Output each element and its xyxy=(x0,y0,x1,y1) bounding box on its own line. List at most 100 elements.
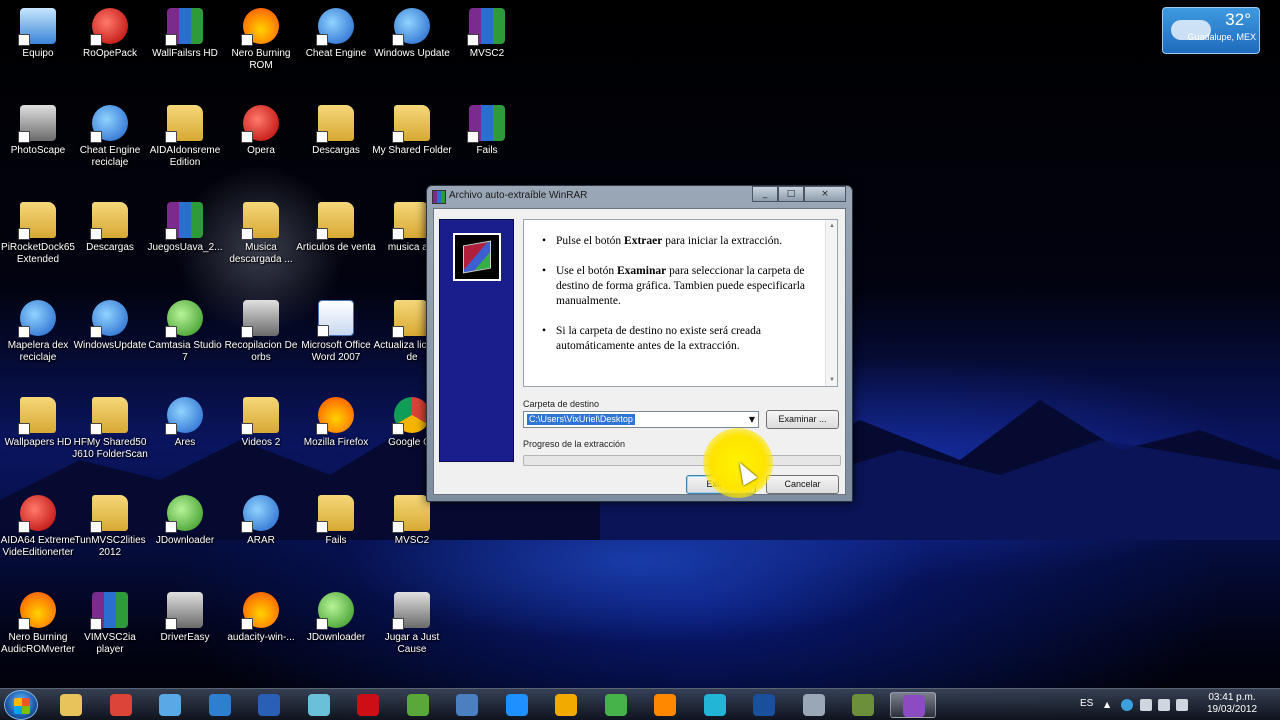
taskbar-app-button[interactable] xyxy=(345,692,391,718)
ie-icon xyxy=(505,694,528,716)
desktop-icon[interactable]: WindowsUpdate xyxy=(70,296,150,352)
taskbar-app-button[interactable] xyxy=(296,692,342,718)
desktop-icon[interactable]: PhotoScape xyxy=(0,101,78,157)
desktop-icon[interactable]: Articulos de venta xyxy=(296,198,376,254)
language-indicator[interactable]: ES xyxy=(1080,698,1093,709)
taskbar-app-button[interactable] xyxy=(444,692,490,718)
desktop-icon[interactable]: Mozilla Firefox xyxy=(296,393,376,449)
computer-icon xyxy=(18,8,56,46)
desktop-icon[interactable]: Ares xyxy=(145,393,225,449)
desktop-icon[interactable]: Cheat Engine reciclaje xyxy=(70,101,150,169)
desktop-icon[interactable]: WallFailsrs HD xyxy=(145,4,225,60)
taskbar-app-button[interactable] xyxy=(741,692,787,718)
camtasia-icon xyxy=(165,300,203,338)
taskbar-app-button[interactable] xyxy=(48,692,94,718)
photoshop-icon xyxy=(753,694,775,716)
chrome-icon xyxy=(392,397,430,435)
network-icon[interactable] xyxy=(1158,699,1170,711)
desktop-icon[interactable]: Equipo xyxy=(0,4,78,60)
desktop-icon[interactable]: Opera xyxy=(221,101,301,157)
taskbar-app-button[interactable] xyxy=(692,692,738,718)
desktop-icon[interactable]: AIDAIdonsreme Edition xyxy=(145,101,225,169)
destination-combobox[interactable]: C:\Users\VixUriel\Desktop ▼ xyxy=(523,411,759,428)
desktop-icon[interactable]: HFMy Shared50 J610 FolderScan xyxy=(70,393,150,461)
desktop-icon-label: PiRocketDock65 Extended xyxy=(1,242,75,265)
desktop-icon-label: PhotoScape xyxy=(10,145,66,156)
instructions-scrollbar[interactable]: ▲ ▼ xyxy=(825,220,837,386)
desktop-icon-label: My Shared Folder xyxy=(372,145,452,156)
scroll-down-icon[interactable]: ▼ xyxy=(828,376,836,384)
nero-icon xyxy=(18,592,56,630)
desktop-icon[interactable]: Fails xyxy=(296,491,376,547)
desktop-icon[interactable]: Windows Update xyxy=(372,4,452,60)
browse-button[interactable]: Examinar ... xyxy=(766,410,839,429)
desktop-icon[interactable]: Mapelera dex reciclaje xyxy=(0,296,78,364)
desktop-icon[interactable]: RoOpePack xyxy=(70,4,150,60)
show-hidden-icons-icon[interactable]: ▲ xyxy=(1104,700,1116,712)
desktop-icon[interactable]: Descargas xyxy=(296,101,376,157)
taskbar-app-button[interactable] xyxy=(494,692,540,718)
desktop-icon-label: Camtasia Studio 7 xyxy=(148,340,222,363)
taskbar-app-button[interactable] xyxy=(889,692,936,718)
desktop-icon[interactable]: Videos 2 xyxy=(221,393,301,449)
desktop-icon-label: MVSC2 xyxy=(394,535,430,546)
signal-icon[interactable] xyxy=(1140,699,1152,711)
taskbar-app-button[interactable] xyxy=(642,692,688,718)
taskbar-app-button[interactable] xyxy=(98,692,144,718)
scroll-up-icon[interactable]: ▲ xyxy=(828,222,836,230)
desktop-icon[interactable]: Camtasia Studio 7 xyxy=(145,296,225,364)
desktop-icon[interactable]: Recopilacion De orbs xyxy=(221,296,301,364)
desktop-icon[interactable]: DriverEasy xyxy=(145,588,225,644)
desktop-icon[interactable]: ARAR xyxy=(221,491,301,547)
desktop-icon[interactable]: Microsoft Office Word 2007 xyxy=(296,296,376,364)
desktop-icon[interactable]: Jugar a Just Cause xyxy=(372,588,452,656)
chevron-down-icon[interactable]: ▼ xyxy=(749,415,755,424)
desktop-icon[interactable]: Cheat Engine xyxy=(296,4,376,60)
maximize-button[interactable]: □ xyxy=(778,186,804,202)
weather-gadget[interactable]: 32° Guadalupe, MEX xyxy=(1162,7,1260,54)
desktop-icon[interactable]: My Shared Folder xyxy=(372,101,452,157)
close-button[interactable]: × xyxy=(804,186,846,202)
archive-icon xyxy=(241,300,279,338)
desktop-icon[interactable]: Nero Burning AudicROMverter xyxy=(0,588,78,656)
destination-value[interactable]: C:\Users\VixUriel\Desktop xyxy=(527,414,635,425)
desktop-icon[interactable]: Descargas xyxy=(70,198,150,254)
weather-temperature: 32° xyxy=(1225,10,1251,29)
desktop-icon[interactable]: audacity-win-... xyxy=(221,588,301,644)
desktop-icon[interactable]: Musica descargada ... xyxy=(221,198,301,266)
audacity-icon xyxy=(241,592,279,630)
instruction-bold: Extraer xyxy=(624,235,663,247)
desktop-icon[interactable]: PiRocketDock65 Extended xyxy=(0,198,78,266)
taskbar: ES ▲ 03:41 p.m. 19/03/2012 xyxy=(0,688,1280,720)
desktop-icon[interactable]: JDownloader xyxy=(145,491,225,547)
desktop-icon[interactable]: JDownloader xyxy=(296,588,376,644)
system-clock[interactable]: 03:41 p.m. 19/03/2012 xyxy=(1200,692,1264,716)
desktop-icon[interactable]: MVSC2 xyxy=(447,4,527,60)
taskbar-app-button[interactable] xyxy=(593,692,639,718)
desktop-icon[interactable]: AIDA64 Extreme VideEditionerter xyxy=(0,491,78,559)
jdownloader-icon xyxy=(406,694,429,716)
network-status-icon[interactable] xyxy=(1121,699,1133,711)
cancel-button[interactable]: Cancelar xyxy=(766,475,839,494)
desktop-icon[interactable]: Nero Burning ROM xyxy=(221,4,301,72)
taskbar-app-button[interactable] xyxy=(147,692,193,718)
desktop-icon[interactable]: VIMVSC2ia player xyxy=(70,588,150,656)
taskbar-app-button[interactable] xyxy=(840,692,886,718)
chrome-icon xyxy=(109,694,132,716)
taskbar-app-button[interactable] xyxy=(543,692,589,718)
taskbar-app-button[interactable] xyxy=(395,692,441,718)
volume-icon[interactable] xyxy=(1176,699,1188,711)
taskbar-app-button[interactable] xyxy=(197,692,243,718)
taskbar-app-button[interactable] xyxy=(791,692,837,718)
start-button[interactable] xyxy=(4,690,38,720)
desktop-icon[interactable]: TunMVSC2lities 2012 xyxy=(70,491,150,559)
desktop-icon-label: Equipo xyxy=(22,48,54,59)
music-icon xyxy=(604,694,627,716)
folder-icon xyxy=(392,495,430,533)
title-bar[interactable]: Archivo auto-extraíble WinRAR _ □ × xyxy=(427,186,852,208)
taskbar-app-button[interactable] xyxy=(246,692,292,718)
minimize-button[interactable]: _ xyxy=(752,186,778,202)
desktop-icon[interactable]: Fails xyxy=(447,101,527,157)
desktop-icon[interactable]: JuegosUava_2... xyxy=(145,198,225,254)
desktop-icon[interactable]: Wallpapers HD xyxy=(0,393,78,449)
